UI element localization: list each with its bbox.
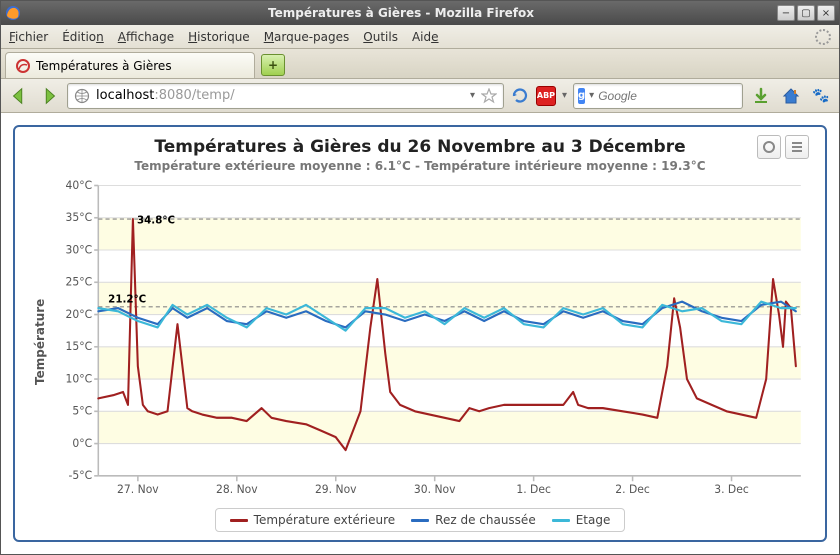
- search-input[interactable]: [598, 89, 755, 103]
- svg-text:34.8°C: 34.8°C: [137, 214, 175, 226]
- chart-title: Températures à Gières du 26 Novembre au …: [31, 137, 809, 157]
- window-title: Températures à Gières - Mozilla Firefox: [27, 6, 775, 20]
- legend-item-etage[interactable]: Etage: [552, 513, 611, 527]
- bookmark-star-icon[interactable]: [481, 88, 497, 104]
- url-text: localhost:8080/temp/: [96, 88, 464, 103]
- tabstrip: Températures à Gières +: [1, 49, 839, 79]
- svg-text:35°C: 35°C: [66, 211, 93, 224]
- chart-menu-button[interactable]: [785, 135, 809, 159]
- menu-file[interactable]: Fichier: [9, 30, 48, 44]
- tab-favicon-icon: [16, 59, 30, 73]
- chart-zoom-button[interactable]: [757, 135, 781, 159]
- menu-tools[interactable]: Outils: [363, 30, 398, 44]
- svg-text:15°C: 15°C: [66, 340, 93, 353]
- search-engine-icon[interactable]: g: [578, 88, 585, 104]
- menu-help[interactable]: Aide: [412, 30, 439, 44]
- svg-text:28. Nov: 28. Nov: [216, 483, 258, 496]
- chart-legend: Température extérieure Rez de chaussée E…: [215, 508, 626, 532]
- page-content: Températures à Gières du 26 Novembre au …: [1, 113, 839, 554]
- svg-text:30°C: 30°C: [66, 243, 93, 256]
- tab-label: Températures à Gières: [36, 59, 172, 73]
- reload-button[interactable]: [510, 86, 530, 106]
- svg-text:29. Nov: 29. Nov: [315, 483, 357, 496]
- menu-history[interactable]: Historique: [188, 30, 250, 44]
- svg-text:1. Dec: 1. Dec: [516, 483, 551, 496]
- legend-item-rdc[interactable]: Rez de chaussée: [411, 513, 536, 527]
- svg-text:10°C: 10°C: [66, 372, 93, 385]
- svg-text:40°C: 40°C: [66, 179, 93, 192]
- svg-text:-5°C: -5°C: [68, 469, 92, 482]
- menu-bookmarks[interactable]: Marque-pages: [264, 30, 350, 44]
- activity-indicator-icon: [815, 29, 831, 45]
- toolbar-extension-icon[interactable]: 🐾: [809, 84, 833, 108]
- chart-plot-area[interactable]: -5°C 0°C 5°C 10°C 15°C 20°C 25°C 30°C 35°C 40°C 27…: [49, 179, 809, 504]
- forward-button[interactable]: [37, 84, 61, 108]
- svg-text:3. Dec: 3. Dec: [714, 483, 749, 496]
- svg-text:25°C: 25°C: [66, 275, 93, 288]
- svg-text:2. Dec: 2. Dec: [615, 483, 650, 496]
- site-identity-icon[interactable]: [74, 88, 90, 104]
- menu-view[interactable]: Affichage: [118, 30, 174, 44]
- legend-item-ext[interactable]: Température extérieure: [230, 513, 396, 527]
- chart-subtitle: Température extérieure moyenne : 6.1°C -…: [31, 159, 809, 173]
- window-maximize-button[interactable]: ▢: [797, 5, 815, 21]
- home-button[interactable]: [779, 84, 803, 108]
- back-button[interactable]: [7, 84, 31, 108]
- search-box[interactable]: g ▾: [573, 83, 743, 109]
- chart-panel: Températures à Gières du 26 Novembre au …: [13, 125, 827, 542]
- chart-y-axis-label: Température: [31, 179, 49, 504]
- new-tab-button[interactable]: +: [261, 54, 285, 76]
- search-engine-dropdown-icon[interactable]: ▾: [589, 90, 594, 101]
- adblock-icon[interactable]: ABP: [536, 86, 556, 106]
- window-close-button[interactable]: ×: [817, 5, 835, 21]
- url-input[interactable]: localhost:8080/temp/ ▾: [67, 83, 504, 109]
- window-minimize-button[interactable]: −: [777, 5, 795, 21]
- firefox-icon: [5, 5, 21, 21]
- adblock-dropdown-icon[interactable]: ▾: [562, 90, 567, 101]
- downloads-button[interactable]: [749, 84, 773, 108]
- svg-text:5°C: 5°C: [72, 404, 92, 417]
- navigation-toolbar: localhost:8080/temp/ ▾ ABP ▾ g ▾ 🐾: [1, 79, 839, 113]
- svg-text:30. Nov: 30. Nov: [414, 483, 456, 496]
- svg-text:21.2°C: 21.2°C: [108, 293, 146, 305]
- svg-text:20°C: 20°C: [66, 308, 93, 321]
- svg-text:0°C: 0°C: [72, 437, 92, 450]
- browser-menubar: Fichier Édition Affichage Historique Mar…: [1, 25, 839, 49]
- window-titlebar: Températures à Gières - Mozilla Firefox …: [1, 1, 839, 25]
- menu-edit[interactable]: Édition: [62, 30, 104, 44]
- browser-tab[interactable]: Températures à Gières: [5, 52, 255, 78]
- url-history-dropdown-icon[interactable]: ▾: [470, 90, 475, 101]
- svg-text:27. Nov: 27. Nov: [117, 483, 159, 496]
